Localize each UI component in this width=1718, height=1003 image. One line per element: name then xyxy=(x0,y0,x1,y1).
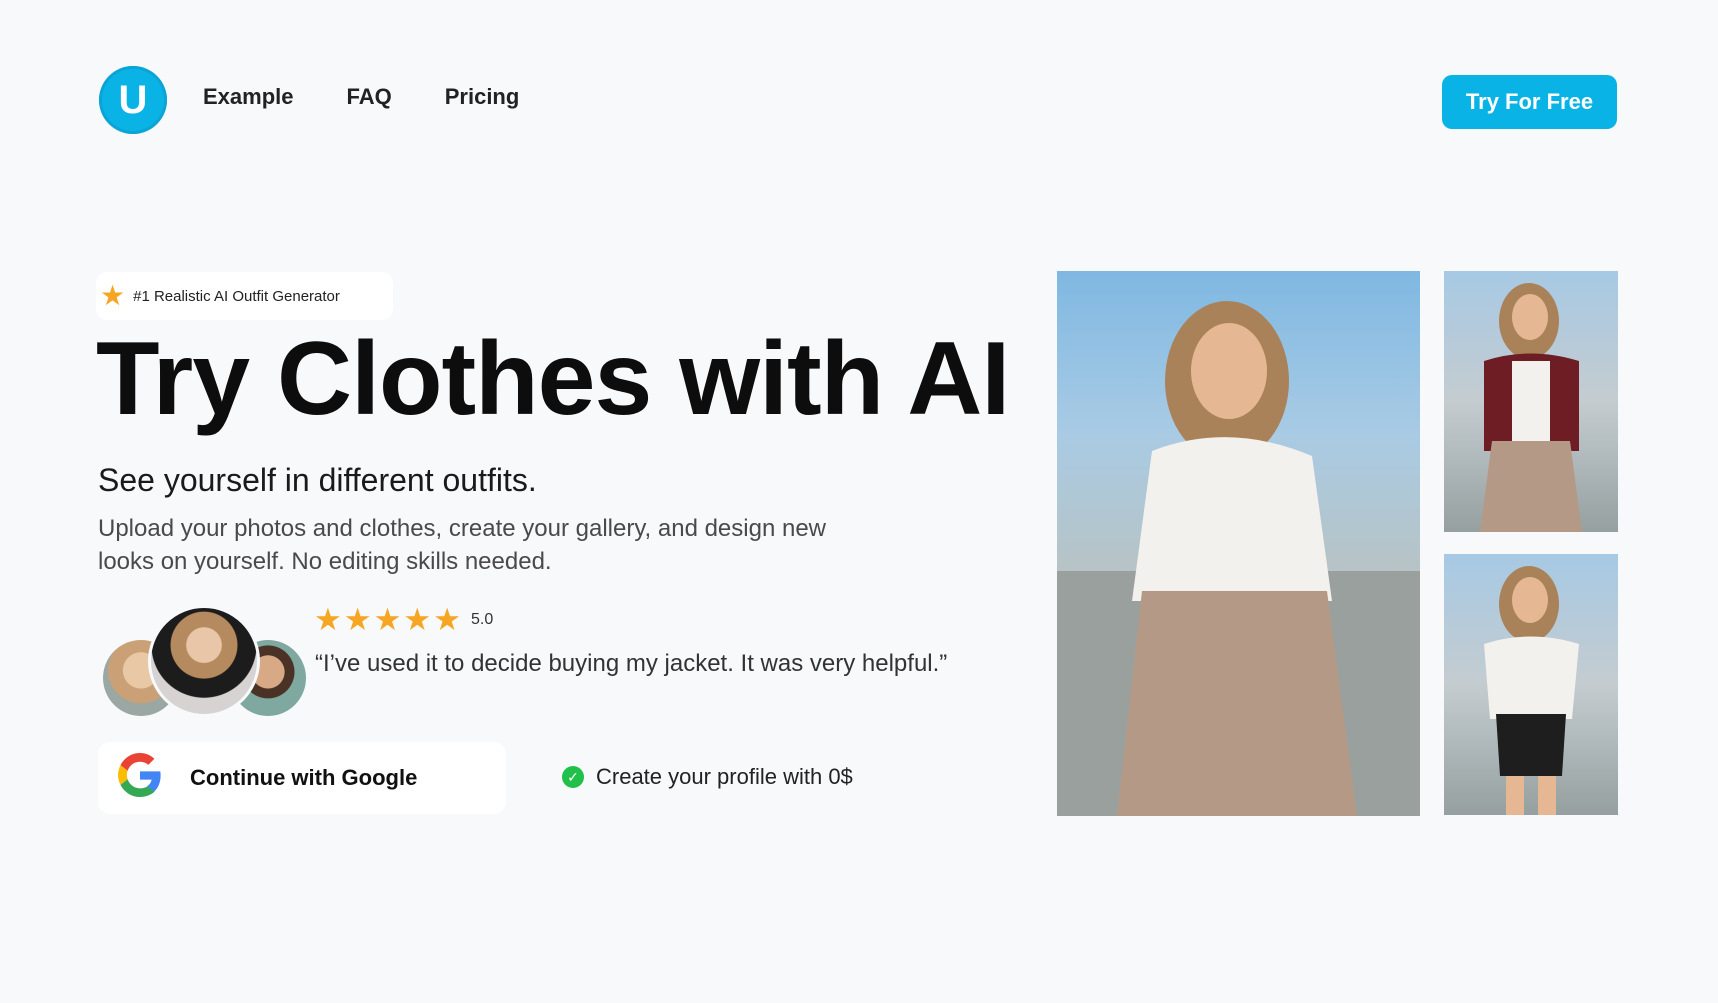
profile-note: ✓ Create your profile with 0$ xyxy=(562,764,853,790)
try-for-free-button[interactable]: Try For Free xyxy=(1442,75,1617,129)
nav-link-faq[interactable]: FAQ xyxy=(347,84,392,110)
model-photo-main xyxy=(1057,271,1420,816)
logo-letter: U xyxy=(118,77,148,122)
rating-value: 5.0 xyxy=(470,610,494,628)
star-icon: ★ xyxy=(100,280,126,311)
profile-note-text: Create your profile with 0$ xyxy=(596,764,853,789)
nav-link-example[interactable]: Example xyxy=(203,84,294,110)
testimonial-quote: “I’ve used it to decide buying my jacket… xyxy=(315,650,948,677)
continue-with-google-button[interactable]: Continue with Google xyxy=(98,742,506,814)
main-nav: Example FAQ Pricing xyxy=(203,84,519,110)
google-button-label: Continue with Google xyxy=(190,765,418,790)
nav-link-pricing[interactable]: Pricing xyxy=(445,84,520,110)
landing-page: U Example FAQ Pricing Try For Free ★ #1 … xyxy=(0,0,1718,1003)
check-circle-icon: ✓ xyxy=(562,766,584,788)
star-icon: ★ xyxy=(373,602,402,637)
rating-stars: ★ ★ ★ ★ ★ 5.0 xyxy=(314,604,493,635)
hero-badge: ★ #1 Realistic AI Outfit Generator xyxy=(96,272,393,320)
star-icon: ★ xyxy=(314,602,342,637)
google-icon xyxy=(118,753,162,803)
star-icon: ★ xyxy=(403,602,432,637)
avatar xyxy=(148,605,260,717)
model-photo-skirt xyxy=(1444,554,1618,815)
model-photo-cardigan xyxy=(1444,271,1618,532)
hero-description: Upload your photos and clothes, create y… xyxy=(98,515,827,575)
brand-logo[interactable]: U xyxy=(99,66,167,134)
star-icon: ★ xyxy=(433,602,461,637)
badge-text: #1 Realistic AI Outfit Generator xyxy=(133,287,340,305)
hero-subtitle: See yourself in different outfits. xyxy=(98,462,537,498)
hero-title: Try Clothes with AI xyxy=(96,321,1010,437)
star-icon: ★ xyxy=(343,602,372,637)
